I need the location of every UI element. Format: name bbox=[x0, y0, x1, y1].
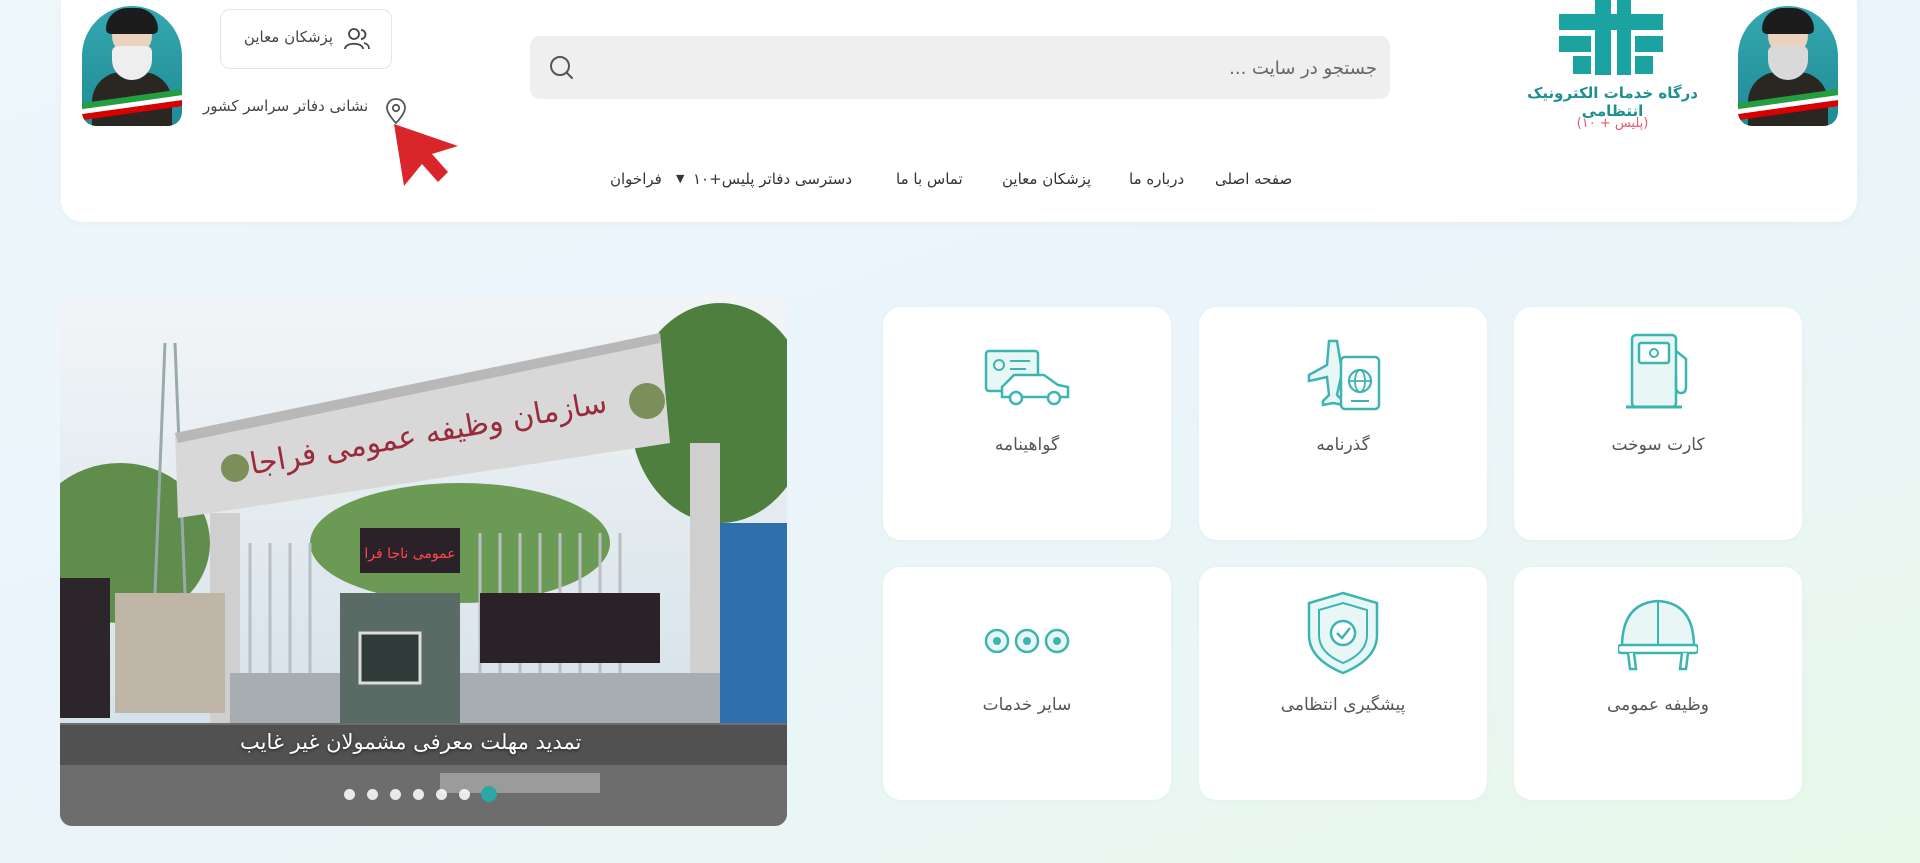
service-card-other[interactable]: سایر خدمات bbox=[883, 567, 1171, 800]
nav-home[interactable]: صفحه اصلی bbox=[1215, 170, 1292, 188]
users-icon bbox=[344, 28, 370, 50]
brand-title: درگاه خدمات الکترونیک انتظامی bbox=[1527, 84, 1698, 120]
slider-dot[interactable] bbox=[344, 789, 355, 800]
led-display-text: عمومی ناجا فرا bbox=[364, 546, 455, 562]
chevron-down-icon[interactable]: ▼ bbox=[676, 172, 684, 185]
nav-access[interactable]: دسترسی دفاتر پلیس+۱۰ bbox=[693, 170, 852, 188]
passport-plane-icon bbox=[1307, 339, 1381, 411]
more-dots-icon bbox=[984, 628, 1070, 654]
offices-address-link[interactable]: نشانی دفاتر سراسر کشور bbox=[203, 97, 368, 115]
nav-doctors[interactable]: پزشکان معاین bbox=[1002, 170, 1091, 188]
nav-calls[interactable]: فراخوان bbox=[610, 170, 662, 188]
service-label: پیشگیری انتظامی bbox=[1280, 695, 1406, 715]
search-icon[interactable] bbox=[548, 54, 574, 80]
service-label: کارت سوخت bbox=[1611, 435, 1705, 455]
service-card-prevention[interactable]: پیشگیری انتظامی bbox=[1199, 567, 1487, 800]
license-car-icon bbox=[984, 349, 1070, 406]
service-card-fuel[interactable]: کارت سوخت bbox=[1514, 307, 1802, 540]
search-bar bbox=[530, 36, 1390, 101]
service-card-license[interactable]: گواهینامه bbox=[883, 307, 1171, 540]
brand-subtitle: (پلیس + ۱۰) bbox=[1576, 116, 1649, 131]
service-label: گواهینامه bbox=[994, 435, 1060, 455]
slider-caption: تمدید مهلت معرفی مشمولان غیر غایب bbox=[240, 730, 582, 754]
service-card-passport[interactable]: گذرنامه bbox=[1199, 307, 1487, 540]
service-label: سایر خدمات bbox=[982, 695, 1072, 715]
slider-dot[interactable] bbox=[367, 789, 378, 800]
portrait-right bbox=[1738, 6, 1838, 126]
doctors-button[interactable]: پزشکان معاین bbox=[220, 9, 392, 69]
slider-dot[interactable] bbox=[413, 789, 424, 800]
portrait-left bbox=[82, 6, 182, 126]
fuel-pump-icon bbox=[1626, 333, 1688, 409]
service-card-conscription[interactable]: وظیفه عمومی bbox=[1514, 567, 1802, 800]
brand-logo[interactable] bbox=[1559, 0, 1663, 75]
doctors-button-label: پزشکان معاین bbox=[243, 28, 333, 46]
nav-about[interactable]: درباره ما bbox=[1129, 170, 1184, 188]
service-label: گذرنامه bbox=[1316, 435, 1370, 455]
slider-dot[interactable] bbox=[459, 789, 470, 800]
search-input[interactable] bbox=[600, 36, 1379, 101]
service-label: وظیفه عمومی bbox=[1606, 695, 1710, 715]
slider-dot-active[interactable] bbox=[481, 786, 497, 802]
nav-contact[interactable]: تماس با ما bbox=[896, 170, 963, 188]
cursor-pointer-icon bbox=[394, 124, 458, 186]
slider-dot[interactable] bbox=[390, 789, 401, 800]
slider-dot[interactable] bbox=[436, 789, 447, 800]
helmet-icon bbox=[1618, 599, 1698, 671]
shield-check-icon bbox=[1307, 591, 1379, 675]
